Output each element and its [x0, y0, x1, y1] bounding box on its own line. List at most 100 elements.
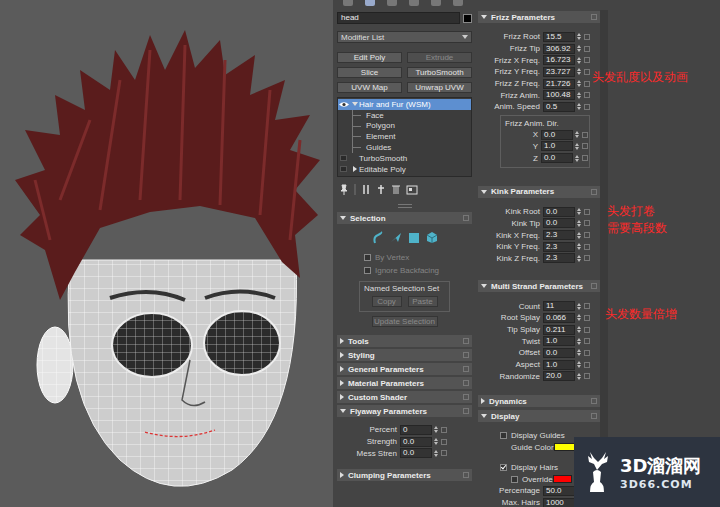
key-icon[interactable]	[582, 143, 588, 149]
value-field[interactable]: 2.3	[543, 230, 575, 240]
override-color-swatch[interactable]	[553, 475, 572, 483]
key-icon[interactable]	[584, 34, 590, 40]
modify-tab-icon[interactable]	[365, 0, 375, 6]
paste-button[interactable]: Paste	[408, 296, 438, 307]
value-field[interactable]: 20.0	[543, 371, 575, 381]
value-field[interactable]: 0.0	[400, 437, 432, 447]
spinner-arrows-icon[interactable]	[575, 90, 582, 100]
checkbox[interactable]	[364, 267, 371, 274]
key-icon[interactable]	[584, 350, 590, 356]
value-field[interactable]: 0.211	[543, 325, 575, 335]
spinner-arrows-icon[interactable]	[575, 313, 582, 323]
polygon-icon[interactable]	[408, 230, 420, 244]
expand-icon[interactable]	[353, 166, 357, 172]
key-icon[interactable]	[584, 362, 590, 368]
value-field[interactable]: 0.0	[541, 130, 573, 140]
value-field[interactable]: 11	[543, 301, 575, 311]
checkbox[interactable]	[511, 476, 518, 483]
spinner-arrows-icon[interactable]	[575, 301, 582, 311]
key-icon[interactable]	[584, 303, 590, 309]
key-icon[interactable]	[584, 220, 590, 226]
value-field[interactable]: 0	[400, 425, 432, 435]
value-field[interactable]: 16.723	[543, 55, 575, 65]
value-field[interactable]: 306.92	[543, 44, 575, 54]
value-field[interactable]: 0.0	[543, 207, 575, 217]
frizz-rollout-header[interactable]: Frizz Parameters	[478, 11, 600, 23]
eye-icon[interactable]	[338, 100, 350, 109]
key-icon[interactable]	[584, 46, 590, 52]
update-selection-button[interactable]: Update Selection	[372, 316, 438, 327]
display-tab-icon[interactable]	[431, 0, 441, 6]
clumping-rollout-header[interactable]: Clumping Parameters	[337, 469, 472, 481]
spinner-arrows-icon[interactable]	[575, 102, 582, 112]
key-icon[interactable]	[584, 255, 590, 261]
value-field[interactable]: 0.0	[400, 448, 432, 458]
key-icon[interactable]	[441, 427, 447, 433]
key-icon[interactable]	[584, 92, 590, 98]
stack-item[interactable]: Polygon	[338, 121, 471, 132]
viewport[interactable]	[0, 0, 333, 507]
hierarchy-tab-icon[interactable]	[387, 0, 397, 6]
kink-rollout-header[interactable]: Kink Parameters	[478, 186, 600, 198]
spinner-arrows-icon[interactable]	[575, 325, 582, 335]
face-icon[interactable]	[390, 230, 402, 244]
spinner-arrows-icon[interactable]	[575, 44, 582, 54]
element-icon[interactable]	[426, 230, 438, 244]
value-field[interactable]: 0.066	[543, 313, 575, 323]
rollout-header[interactable]: General Parameters	[337, 363, 472, 375]
spinner-arrows-icon[interactable]	[575, 360, 582, 370]
configure-sets-icon[interactable]	[406, 184, 418, 195]
dynamics-rollout-header[interactable]: Dynamics	[478, 395, 600, 407]
value-field[interactable]: 1.0	[543, 336, 575, 346]
checkbox[interactable]	[500, 464, 507, 471]
make-unique-icon[interactable]	[376, 184, 386, 195]
key-icon[interactable]	[584, 244, 590, 250]
motion-tab-icon[interactable]	[409, 0, 419, 6]
key-icon[interactable]	[441, 439, 447, 445]
stack-item[interactable]: Guides	[338, 142, 471, 153]
selection-rollout-header[interactable]: Selection	[337, 212, 472, 224]
key-icon[interactable]	[441, 450, 447, 456]
modifier-button[interactable]: UVW Map	[337, 82, 402, 93]
create-tab-icon[interactable]	[343, 0, 353, 6]
pin-stack-icon[interactable]	[339, 184, 349, 195]
key-icon[interactable]	[584, 338, 590, 344]
key-icon[interactable]	[584, 315, 590, 321]
expand-icon[interactable]	[352, 102, 358, 106]
copy-button[interactable]: Copy	[372, 296, 402, 307]
value-field[interactable]: 21.726	[543, 79, 575, 89]
key-icon[interactable]	[582, 132, 588, 138]
spinner-arrows-icon[interactable]	[575, 79, 582, 89]
show-end-result-icon[interactable]	[361, 184, 371, 195]
spinner-arrows-icon[interactable]	[573, 130, 580, 140]
value-field[interactable]: 2.3	[543, 242, 575, 252]
key-icon[interactable]	[584, 81, 590, 87]
spinner-arrows-icon[interactable]	[432, 425, 439, 435]
value-field[interactable]: 100.48	[543, 90, 575, 100]
modifier-button[interactable]: Extrude	[407, 52, 472, 63]
modifier-button[interactable]: Edit Poly	[337, 52, 402, 63]
value-field[interactable]: 0.0	[541, 153, 573, 163]
utilities-tab-icon[interactable]	[453, 0, 463, 6]
spinner-arrows-icon[interactable]	[575, 371, 582, 381]
spinner-arrows-icon[interactable]	[575, 218, 582, 228]
spinner-arrows-icon[interactable]	[575, 336, 582, 346]
stack-item[interactable]: TurboSmooth	[338, 153, 471, 164]
spinner-arrows-icon[interactable]	[575, 207, 582, 217]
key-icon[interactable]	[584, 69, 590, 75]
spinner-arrows-icon[interactable]	[575, 32, 582, 42]
spinner-arrows-icon[interactable]	[575, 230, 582, 240]
scrollbar[interactable]	[600, 10, 608, 507]
value-field[interactable]: 23.727	[543, 67, 575, 77]
object-name-field[interactable]: head	[337, 12, 460, 24]
stack-item[interactable]: Editable Poly	[338, 164, 471, 175]
checkbox[interactable]	[364, 254, 371, 261]
spinner-arrows-icon[interactable]	[573, 153, 580, 163]
rollout-header[interactable]: Tools	[337, 335, 472, 347]
bulb-icon[interactable]	[340, 166, 347, 172]
modifier-button[interactable]: TurboSmooth	[407, 67, 472, 78]
separator-icon[interactable]	[354, 184, 356, 195]
key-icon[interactable]	[584, 104, 590, 110]
checkbox[interactable]	[500, 432, 507, 439]
key-icon[interactable]	[584, 373, 590, 379]
